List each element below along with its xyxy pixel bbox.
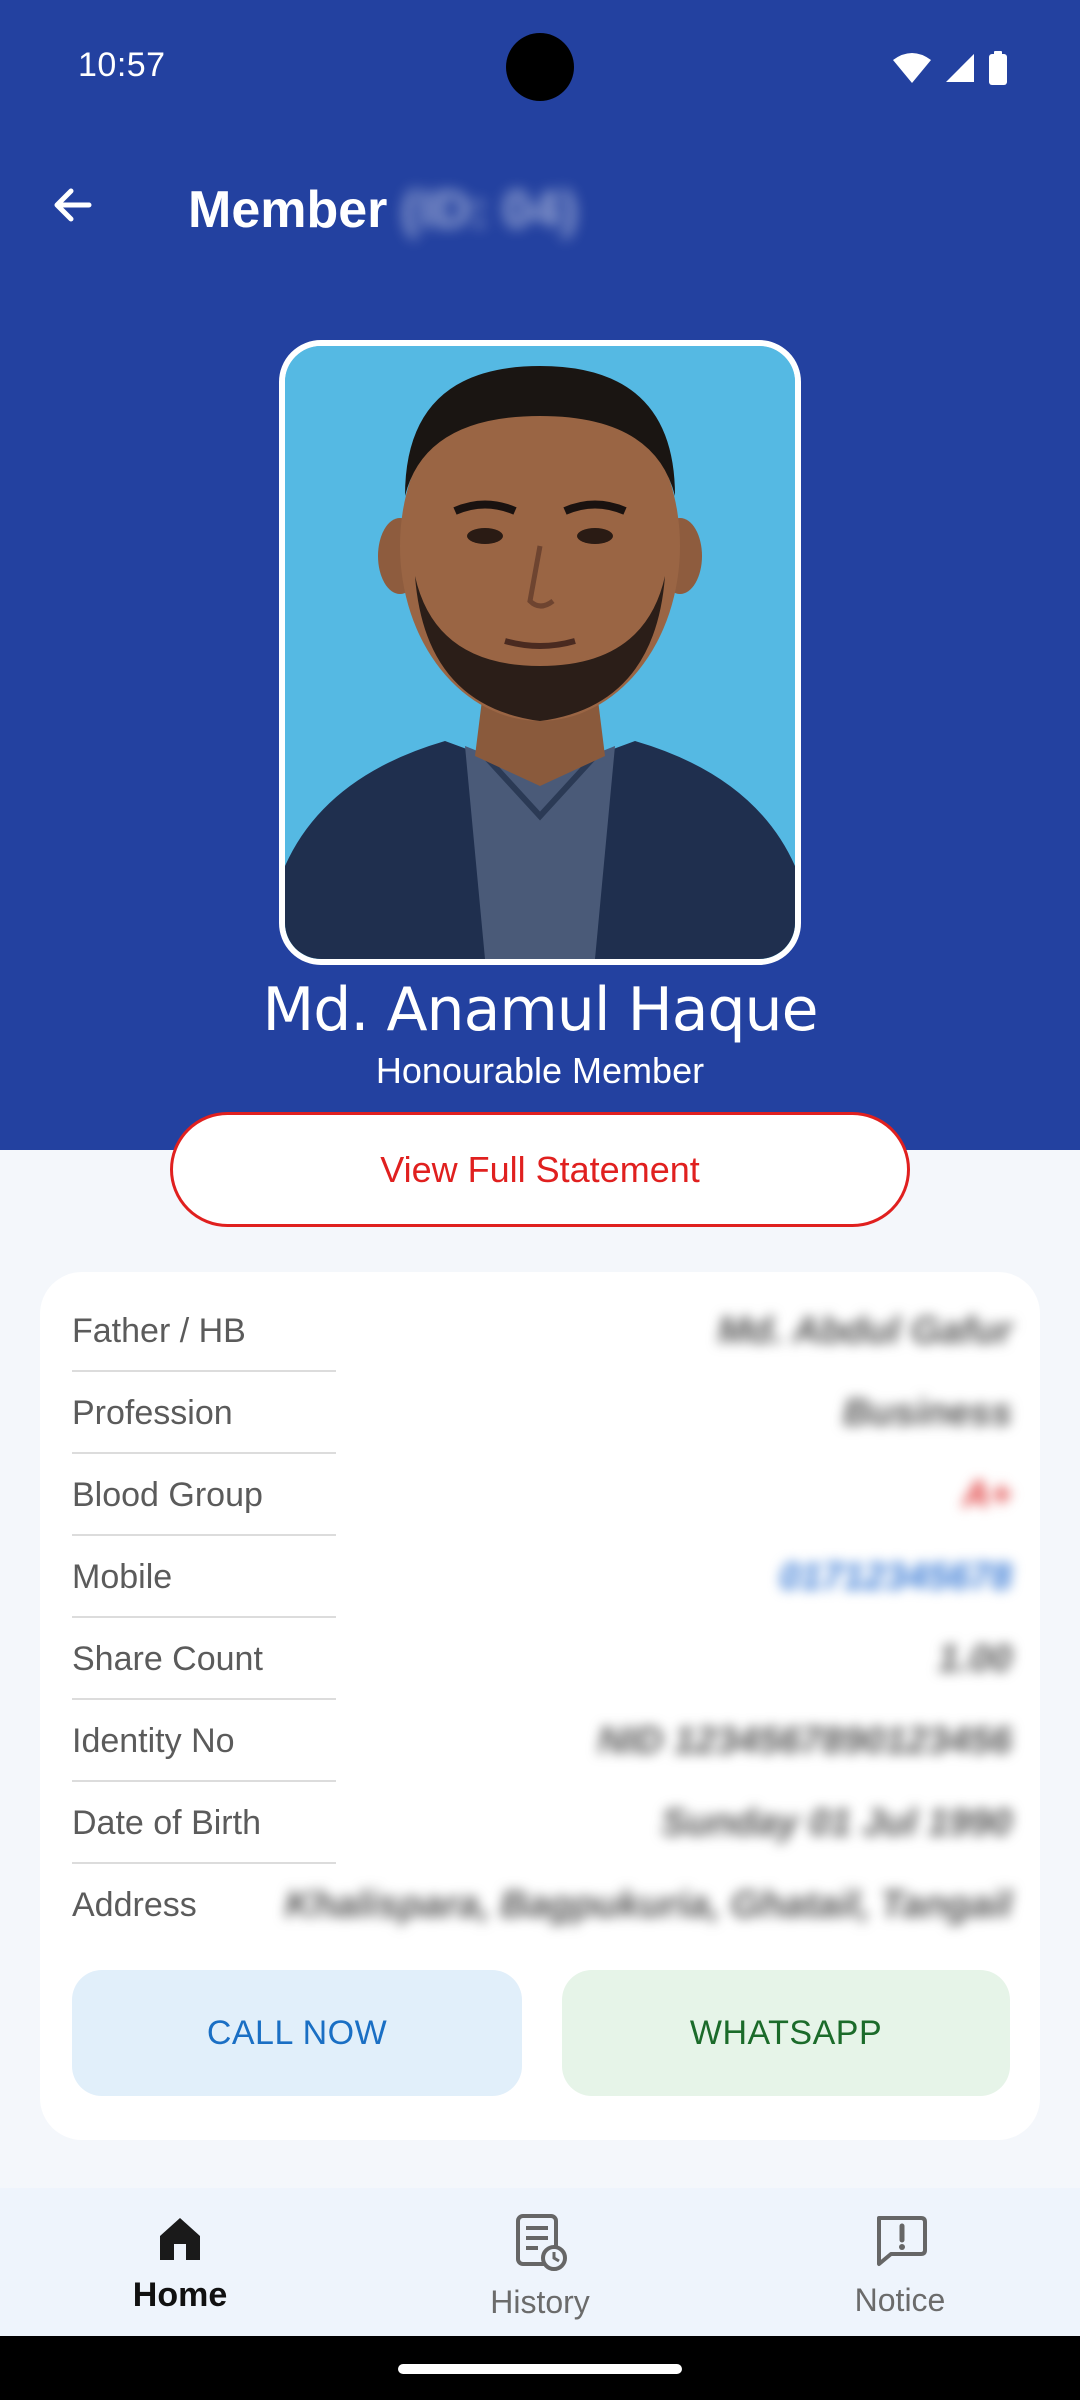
info-value: 1.00 (938, 1637, 1012, 1680)
nav-label-history: History (490, 2284, 590, 2320)
nav-item-notice[interactable]: Notice (720, 2188, 1080, 2336)
info-label: Profession (72, 1393, 233, 1432)
gesture-handle[interactable] (398, 2364, 682, 2374)
notice-icon (871, 2212, 929, 2270)
bottom-nav: Home History Notice (0, 2188, 1080, 2336)
home-icon (154, 2212, 206, 2264)
info-value: Sunday 01 Jul 1990 (661, 1801, 1012, 1844)
info-row-dob: Date of Birth Sunday 01 Jul 1990 (72, 1782, 1012, 1864)
member-screen: 10:57 Member (ID: 04) Md. Anamul Haque H… (0, 0, 1080, 2400)
info-row-mobile: Mobile 01712345678 (72, 1536, 1012, 1618)
info-row-father: Father / HB Md. Abdul Gafur (72, 1290, 1012, 1372)
info-label: Mobile (72, 1557, 173, 1596)
info-row-share-count: Share Count 1.00 (72, 1618, 1012, 1700)
info-label: Date of Birth (72, 1803, 261, 1842)
history-icon (510, 2212, 570, 2272)
call-now-button[interactable]: CALL NOW (72, 1970, 522, 2096)
member-name: Md. Anamul Haque (262, 975, 819, 1045)
arrow-left-icon (49, 181, 97, 234)
battery-icon (988, 51, 1008, 85)
info-row-blood-group: Blood Group A+ (72, 1454, 1012, 1536)
nav-label-home: Home (132, 2276, 228, 2314)
app-bar: Member (ID: 04) (0, 150, 1080, 270)
member-role: Honourable Member (375, 1050, 705, 1091)
info-value: NID 1234567890123456 (597, 1719, 1012, 1762)
info-row-address: Address Khalispara, Bagpukuria, Ghatail,… (72, 1864, 1012, 1946)
page-title: Member (ID: 04) (188, 180, 578, 240)
nav-item-history[interactable]: History (360, 2188, 720, 2336)
view-full-statement-button[interactable]: View Full Statement (170, 1112, 910, 1227)
member-id: (ID: 04) (401, 181, 578, 239)
member-photo (279, 340, 801, 965)
whatsapp-button[interactable]: WHATSAPP (562, 1970, 1010, 2096)
signal-icon (944, 52, 976, 84)
info-label: Father / HB (72, 1311, 246, 1350)
status-time: 10:57 (78, 46, 166, 84)
member-portrait (285, 346, 795, 959)
info-row-identity: Identity No NID 1234567890123456 (72, 1700, 1012, 1782)
nav-item-home[interactable]: Home (0, 2188, 360, 2336)
camera-cutout (506, 33, 574, 101)
info-value: Khalispara, Bagpukuria, Ghatail, Tangail (284, 1883, 1012, 1926)
info-value: A+ (962, 1473, 1012, 1516)
info-label: Blood Group (72, 1475, 263, 1514)
mobile-link[interactable]: 01712345678 (780, 1556, 1012, 1599)
page-title-text: Member (188, 181, 388, 239)
info-label: Share Count (72, 1639, 263, 1678)
status-bar: 10:57 (0, 0, 1080, 135)
info-value: Md. Abdul Gafur (717, 1309, 1012, 1352)
info-label: Identity No (72, 1721, 235, 1760)
info-value: Business (843, 1391, 1012, 1434)
info-row-profession: Profession Business (72, 1372, 1012, 1454)
nav-label-notice: Notice (854, 2282, 946, 2318)
status-icons (892, 48, 1008, 88)
back-button[interactable] (38, 172, 108, 242)
wifi-icon (892, 52, 932, 84)
